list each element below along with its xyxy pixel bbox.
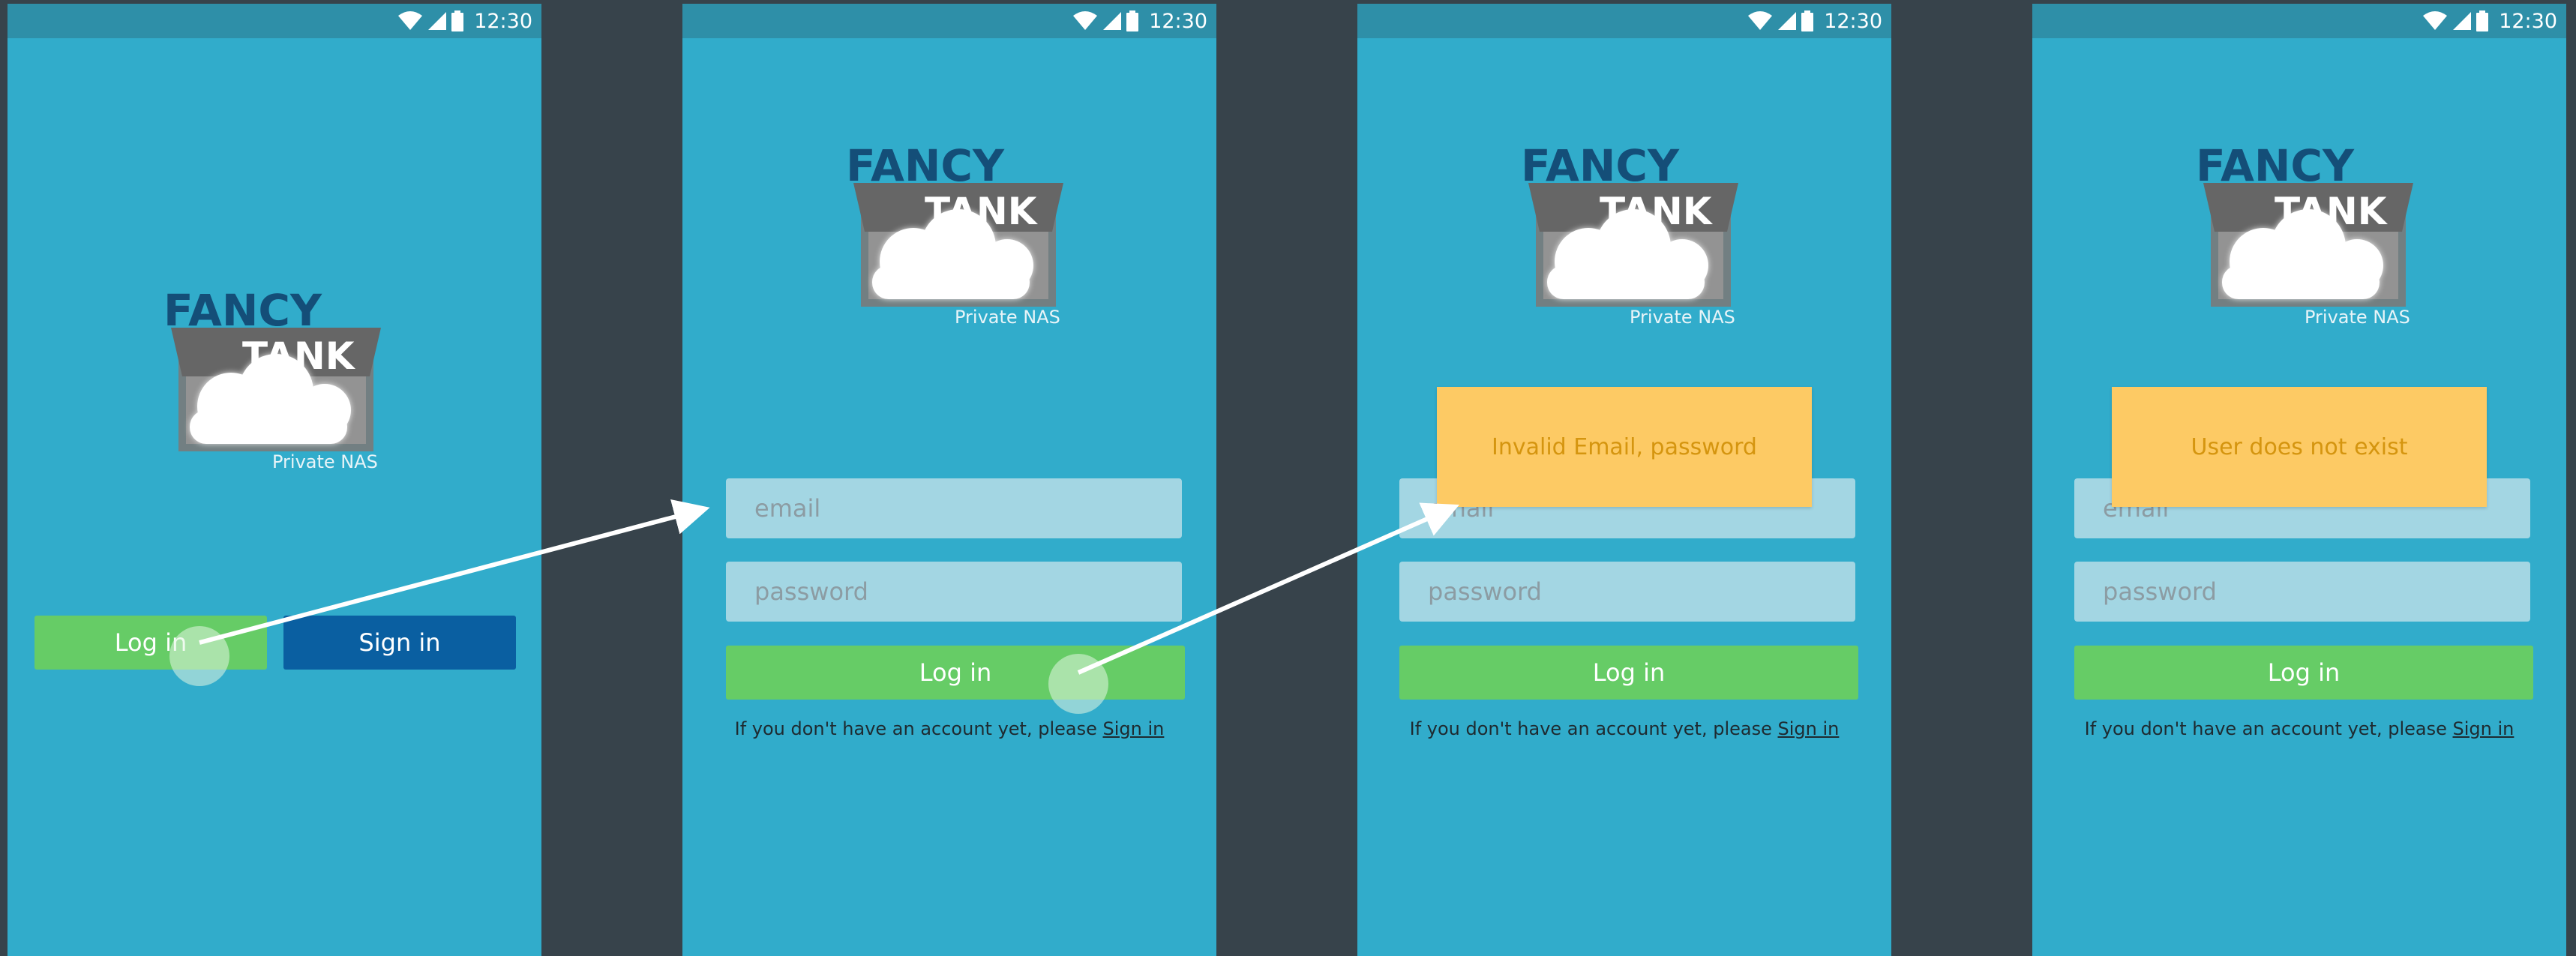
signal-icon — [1778, 12, 1797, 30]
status-bar: 12:30 — [2032, 4, 2566, 38]
logo-tagline: Private NAS — [272, 451, 378, 472]
login-button-label: Log in — [2267, 658, 2341, 687]
logo-fancy-text: FANCY — [1521, 142, 1680, 191]
battery-icon — [451, 10, 464, 31]
login-button[interactable]: Log in — [1399, 646, 1858, 700]
signal-icon — [428, 12, 447, 30]
status-time: 12:30 — [474, 9, 532, 33]
app-logo: FANCY TANK Private NAS — [163, 286, 403, 496]
login-button-label: Log in — [919, 658, 992, 687]
logo-fancy-text: FANCY — [163, 286, 322, 336]
password-field[interactable]: password — [726, 562, 1182, 622]
wifi-icon — [1748, 11, 1773, 30]
logo-tank-text: TANK — [242, 334, 356, 378]
signup-hint: If you don't have an account yet, please… — [2032, 718, 2566, 739]
screen-invalid-credentials: 12:30 FANCY TANK Private NAS email passw… — [1357, 4, 1891, 956]
signin-button[interactable]: Sign in — [283, 616, 516, 670]
logo-tank-text: TANK — [1600, 190, 1714, 233]
error-toast: User does not exist — [2112, 387, 2487, 507]
app-logo: FANCY TANK Private NAS — [2196, 142, 2436, 352]
app-logo: FANCY TANK Private NAS — [846, 142, 1086, 352]
signin-link[interactable]: Sign in — [1778, 718, 1840, 739]
signup-hint-text: If you don't have an account yet, please — [1409, 718, 1772, 739]
signup-hint-text: If you don't have an account yet, please — [734, 718, 1097, 739]
battery-icon — [1126, 10, 1139, 31]
logo-tagline: Private NAS — [955, 307, 1060, 328]
error-toast-text: User does not exist — [2191, 433, 2408, 460]
logo-tank-text: TANK — [925, 190, 1039, 233]
battery-icon — [2476, 10, 2489, 31]
password-placeholder: password — [2103, 577, 2217, 606]
logo-fancy-text: FANCY — [846, 142, 1005, 191]
error-toast: Invalid Email, password — [1437, 387, 1812, 507]
wifi-icon — [398, 11, 423, 30]
status-bar: 12:30 — [1357, 4, 1891, 38]
status-time: 12:30 — [1824, 9, 1882, 33]
touch-indicator — [169, 626, 229, 686]
login-button[interactable]: Log in — [2074, 646, 2533, 700]
app-logo: FANCY TANK Private NAS — [1521, 142, 1761, 352]
signin-link[interactable]: Sign in — [1103, 718, 1165, 739]
signup-hint: If you don't have an account yet, please… — [1357, 718, 1891, 739]
status-bar: 12:30 — [7, 4, 541, 38]
login-button[interactable]: Log in — [726, 646, 1185, 700]
signup-hint: If you don't have an account yet, please… — [682, 718, 1216, 739]
password-field[interactable]: password — [1399, 562, 1855, 622]
screen-welcome: 12:30 FANCY TANK Private NAS Log in Sign… — [7, 4, 541, 956]
wifi-icon — [2423, 11, 2448, 30]
email-field[interactable]: email — [726, 478, 1182, 538]
logo-tank-text: TANK — [2275, 190, 2389, 233]
touch-indicator — [1048, 654, 1108, 714]
wifi-icon — [1073, 11, 1098, 30]
logo-tagline: Private NAS — [1630, 307, 1735, 328]
signal-icon — [1103, 12, 1122, 30]
signal-icon — [2453, 12, 2472, 30]
password-placeholder: password — [754, 577, 868, 606]
error-toast-text: Invalid Email, password — [1492, 433, 1757, 460]
password-placeholder: password — [1428, 577, 1542, 606]
status-time: 12:30 — [1149, 9, 1207, 33]
logo-tagline: Private NAS — [2305, 307, 2410, 328]
signup-hint-text: If you don't have an account yet, please — [2084, 718, 2447, 739]
signin-button-label: Sign in — [358, 628, 441, 657]
screen-login-form: 12:30 FANCY TANK Private NAS email passw… — [682, 4, 1216, 956]
login-button[interactable]: Log in — [34, 616, 267, 670]
status-bar: 12:30 — [682, 4, 1216, 38]
email-placeholder: email — [754, 494, 821, 523]
password-field[interactable]: password — [2074, 562, 2530, 622]
screen-user-not-found: 12:30 FANCY TANK Private NAS email passw… — [2032, 4, 2566, 956]
signin-link[interactable]: Sign in — [2453, 718, 2515, 739]
logo-fancy-text: FANCY — [2196, 142, 2355, 191]
battery-icon — [1801, 10, 1814, 31]
status-time: 12:30 — [2499, 9, 2557, 33]
login-button-label: Log in — [1592, 658, 1666, 687]
